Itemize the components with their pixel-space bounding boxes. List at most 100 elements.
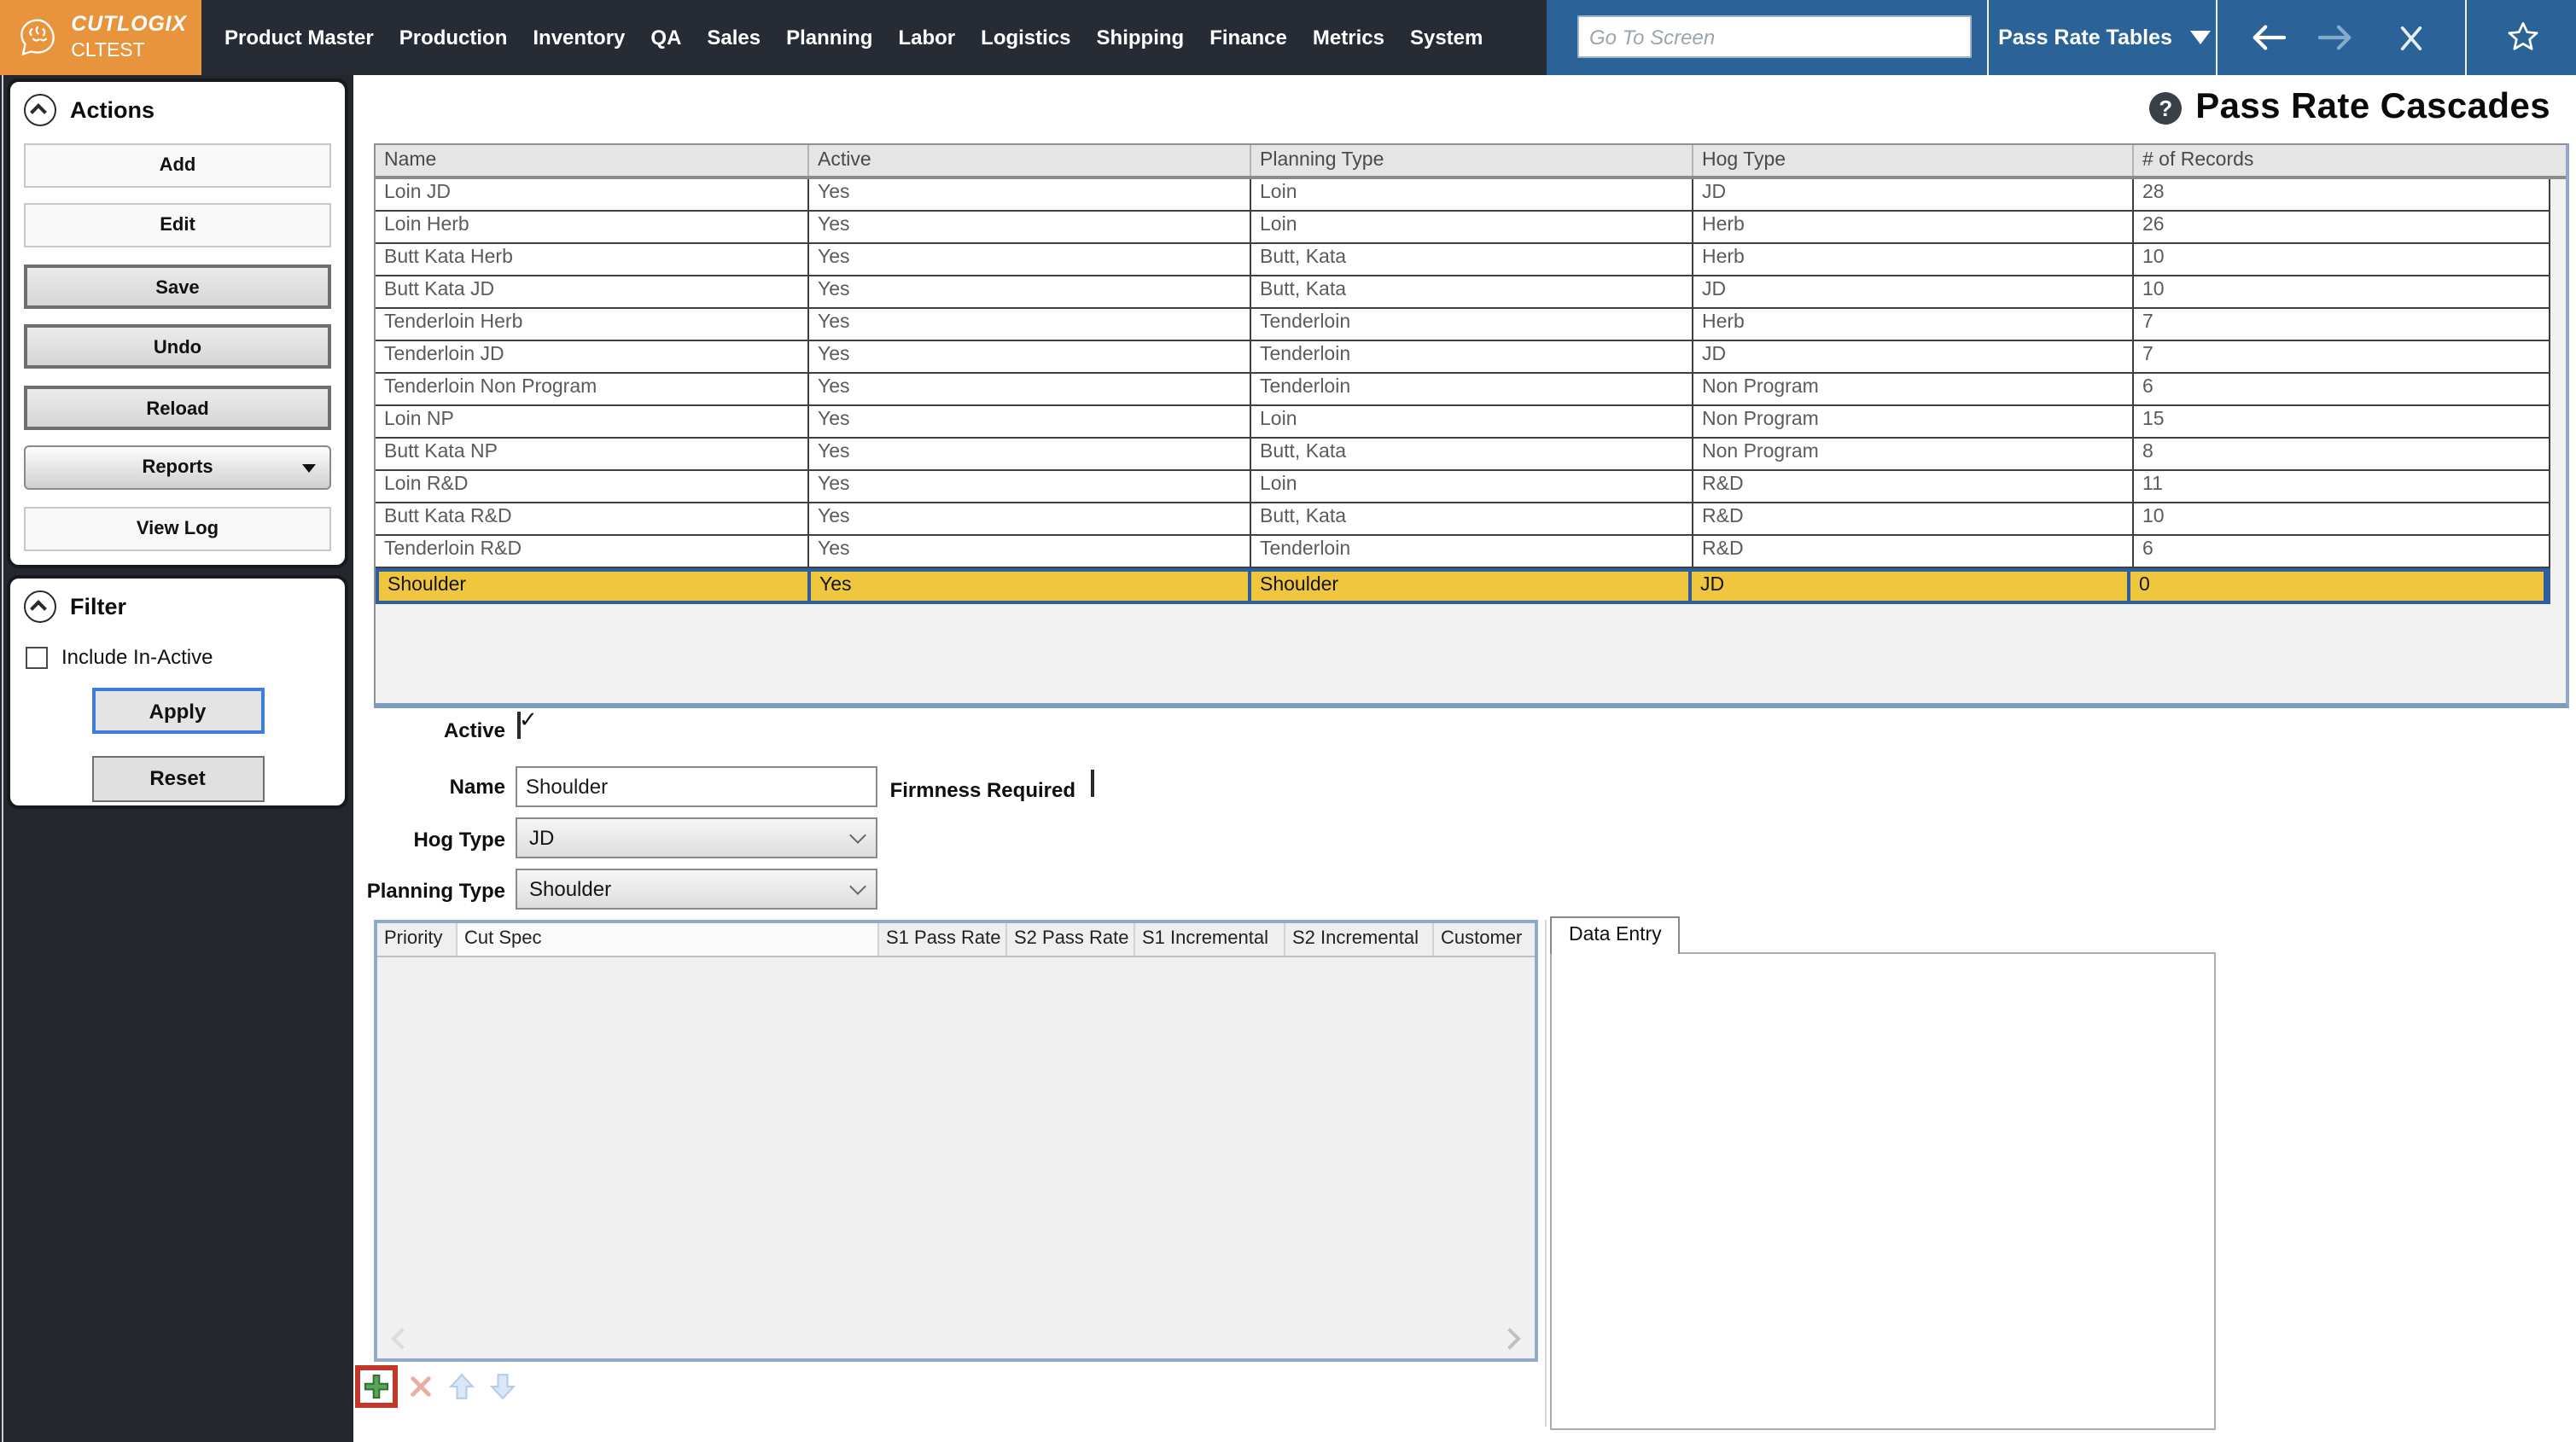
move-up-button[interactable] (444, 1369, 480, 1404)
table-row[interactable]: Tenderloin R&D Yes Tenderloin R&D 6 (376, 536, 2550, 568)
cell-active[interactable]: Yes (811, 572, 1251, 601)
cell-active[interactable]: Yes (809, 406, 1251, 437)
cell-hog-type[interactable]: JD (1692, 572, 2130, 601)
reload-button[interactable]: Reload (24, 385, 331, 429)
column-header-s2-pass-rate[interactable]: S2 Pass Rate (1007, 923, 1135, 956)
cell-planning-type[interactable]: Butt, Kata (1251, 503, 1693, 534)
cell-name[interactable]: Shoulder (379, 572, 811, 601)
move-down-button[interactable] (485, 1369, 521, 1404)
table-row[interactable]: Butt Kata Herb Yes Butt, Kata Herb 10 (376, 244, 2550, 276)
table-row[interactable]: Butt Kata JD Yes Butt, Kata JD 10 (376, 276, 2550, 309)
reports-dropdown-button[interactable]: Reports (24, 445, 331, 490)
cell-planning-type[interactable]: Shoulder (1251, 572, 1692, 601)
table-row[interactable]: Loin JD Yes Loin JD 28 (376, 179, 2550, 212)
cell-hog-type[interactable]: Herb (1693, 244, 2134, 275)
cell-hog-type[interactable]: R&D (1693, 471, 2134, 502)
cell-hog-type[interactable]: JD (1693, 179, 2134, 210)
planning-type-dropdown[interactable]: Shoulder (516, 869, 877, 910)
cell-hog-type[interactable]: Herb (1693, 212, 2134, 242)
column-header-cut-spec[interactable]: Cut Spec (458, 923, 879, 956)
column-header-hog-type[interactable]: Hog Type (1693, 145, 2134, 176)
menu-logistics[interactable]: Logistics (968, 26, 1083, 49)
cell-planning-type[interactable]: Tenderloin (1251, 341, 1693, 372)
cell-planning-type[interactable]: Butt, Kata (1251, 276, 1693, 307)
column-header-s1-incremental[interactable]: S1 Incremental (1135, 923, 1285, 956)
cell-planning-type[interactable]: Butt, Kata (1251, 439, 1693, 469)
column-header-name[interactable]: Name (376, 145, 809, 176)
column-header-records[interactable]: # of Records (2134, 145, 2566, 176)
menu-product-master[interactable]: Product Master (212, 26, 387, 49)
undo-button[interactable]: Undo (24, 324, 331, 369)
cell-name[interactable]: Butt Kata NP (376, 439, 809, 469)
menu-system[interactable]: System (1397, 26, 1495, 49)
cell-records[interactable]: 10 (2134, 276, 2549, 307)
cell-hog-type[interactable]: Non Program (1693, 374, 2134, 404)
cell-records[interactable]: 26 (2134, 212, 2549, 242)
cell-hog-type[interactable]: R&D (1693, 536, 2134, 567)
menu-production[interactable]: Production (387, 26, 521, 49)
cell-active[interactable]: Yes (809, 244, 1251, 275)
cell-name[interactable]: Loin R&D (376, 471, 809, 502)
cell-name[interactable]: Loin JD (376, 179, 809, 210)
cell-name[interactable]: Loin NP (376, 406, 809, 437)
delete-row-button[interactable] (403, 1369, 439, 1404)
cell-records[interactable]: 11 (2134, 471, 2549, 502)
go-to-screen-input[interactable] (1577, 15, 1972, 58)
menu-shipping[interactable]: Shipping (1084, 26, 1198, 49)
cell-records[interactable]: 28 (2134, 179, 2549, 210)
data-entry-tab[interactable]: Data Entry (1550, 916, 1681, 954)
cell-hog-type[interactable]: Herb (1693, 309, 2134, 340)
column-header-s1-pass-rate[interactable]: S1 Pass Rate (879, 923, 1007, 956)
cell-records[interactable]: 7 (2134, 341, 2549, 372)
cell-planning-type[interactable]: Loin (1251, 212, 1693, 242)
cell-records[interactable]: 10 (2134, 244, 2549, 275)
active-checkbox[interactable] (517, 712, 521, 739)
cell-name[interactable]: Butt Kata JD (376, 276, 809, 307)
table-row[interactable]: Butt Kata R&D Yes Butt, Kata R&D 10 (376, 503, 2550, 536)
column-header-active[interactable]: Active (809, 145, 1251, 176)
cell-records[interactable]: 6 (2134, 536, 2549, 567)
table-row-selected[interactable]: Shoulder Yes Shoulder JD 0 (376, 568, 2550, 604)
column-header-priority[interactable]: Priority (377, 923, 458, 956)
cell-records[interactable]: 0 (2130, 572, 2547, 601)
column-header-s2-incremental[interactable]: S2 Incremental (1285, 923, 1434, 956)
cell-active[interactable]: Yes (809, 212, 1251, 242)
menu-inventory[interactable]: Inventory (520, 26, 638, 49)
cell-hog-type[interactable]: Non Program (1693, 406, 2134, 437)
cell-active[interactable]: Yes (809, 536, 1251, 567)
cell-hog-type[interactable]: JD (1693, 276, 2134, 307)
column-header-customer[interactable]: Customer (1434, 923, 1535, 956)
cell-active[interactable]: Yes (809, 471, 1251, 502)
include-inactive-checkbox[interactable] (26, 646, 48, 668)
view-log-button[interactable]: View Log (24, 506, 331, 550)
edit-button[interactable]: Edit (24, 203, 331, 247)
firmness-required-checkbox[interactable] (1091, 770, 1094, 797)
table-row[interactable]: Loin R&D Yes Loin R&D 11 (376, 471, 2550, 503)
hog-type-dropdown[interactable]: JD (516, 817, 877, 858)
cell-planning-type[interactable]: Tenderloin (1251, 309, 1693, 340)
column-header-planning-type[interactable]: Planning Type (1251, 145, 1693, 176)
cell-planning-type[interactable]: Loin (1251, 179, 1693, 210)
cell-records[interactable]: 7 (2134, 309, 2549, 340)
cell-name[interactable]: Loin Herb (376, 212, 809, 242)
menu-qa[interactable]: QA (638, 26, 694, 49)
cell-active[interactable]: Yes (809, 374, 1251, 404)
screen-selector-dropdown[interactable]: Pass Rate Tables (1997, 0, 2212, 75)
forward-button[interactable] (2305, 0, 2366, 75)
cell-records[interactable]: 10 (2134, 503, 2549, 534)
name-input[interactable] (516, 766, 877, 807)
table-row[interactable]: Loin Herb Yes Loin Herb 26 (376, 212, 2550, 244)
cell-name[interactable]: Tenderloin JD (376, 341, 809, 372)
add-button[interactable]: Add (24, 142, 331, 187)
cell-planning-type[interactable]: Tenderloin (1251, 374, 1693, 404)
menu-sales[interactable]: Sales (694, 26, 773, 49)
cell-name[interactable]: Butt Kata R&D (376, 503, 809, 534)
close-screen-button[interactable] (2380, 0, 2441, 75)
menu-metrics[interactable]: Metrics (1300, 26, 1397, 49)
menu-planning[interactable]: Planning (773, 26, 885, 49)
cell-planning-type[interactable]: Butt, Kata (1251, 244, 1693, 275)
cell-active[interactable]: Yes (809, 309, 1251, 340)
cell-planning-type[interactable]: Loin (1251, 471, 1693, 502)
cell-planning-type[interactable]: Loin (1251, 406, 1693, 437)
table-row[interactable]: Tenderloin Non Program Yes Tenderloin No… (376, 374, 2550, 406)
